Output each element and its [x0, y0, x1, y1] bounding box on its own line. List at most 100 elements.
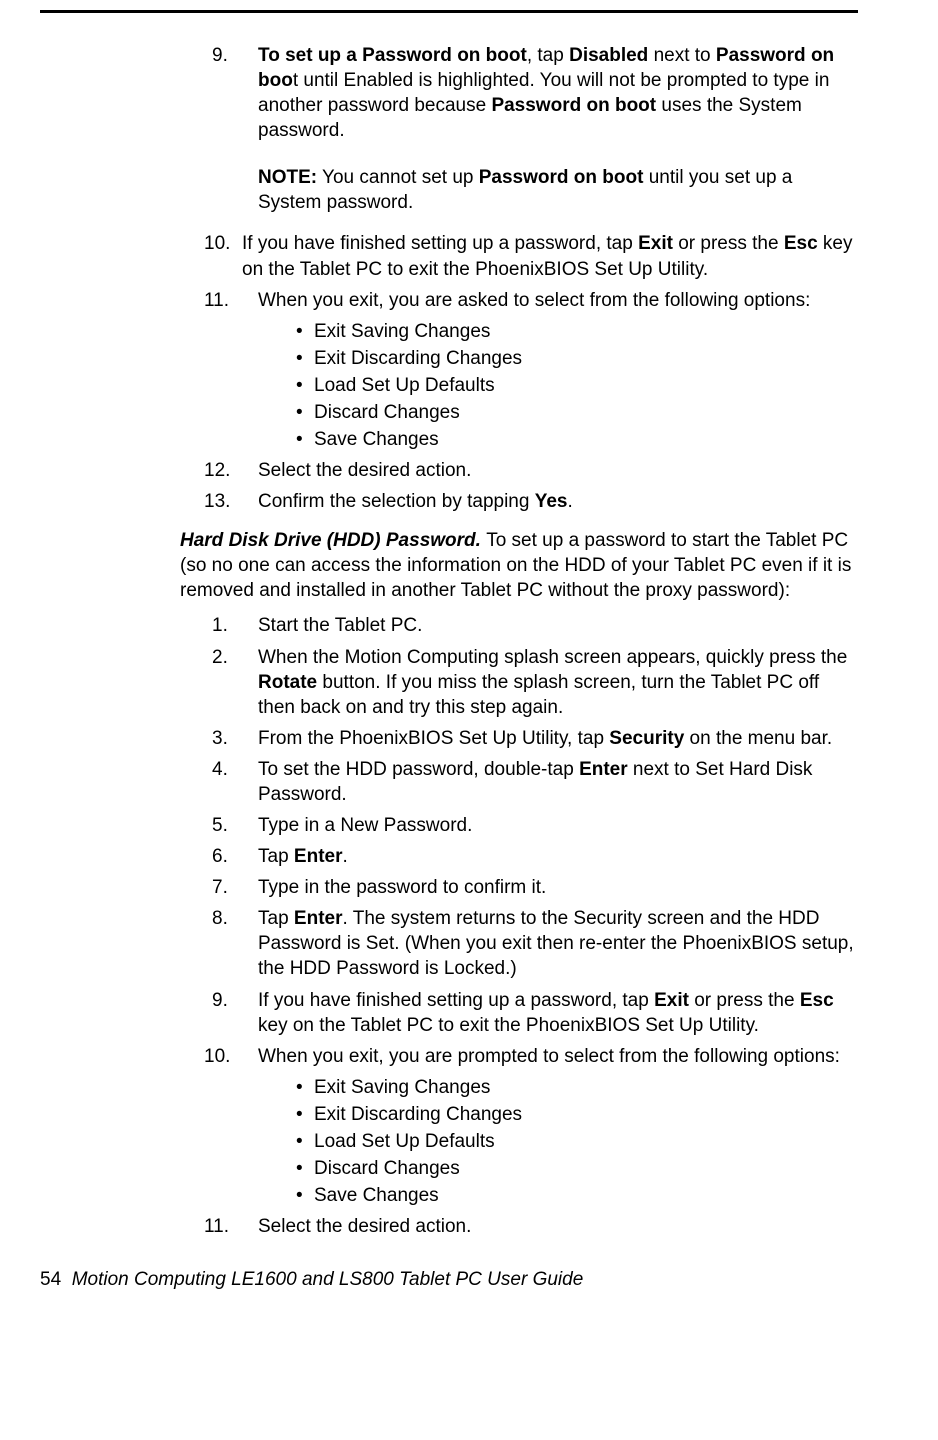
page-footer: 54 Motion Computing LE1600 and LS800 Tab…: [40, 1269, 938, 1291]
options-list-2: Exit Saving Changes Exit Discarding Chan…: [296, 1075, 858, 1208]
text: next to: [648, 45, 716, 66]
text-bold: Esc: [800, 990, 834, 1011]
text: Discard Changes: [314, 1158, 460, 1179]
text: Load Set Up Defaults: [314, 375, 495, 396]
text: From the PhoenixBIOS Set Up Utility, tap: [258, 728, 609, 749]
text-bold: Security: [609, 728, 684, 749]
text: button. If you miss the splash screen, t…: [258, 672, 819, 718]
text-bold: To set up a Password on boot: [258, 45, 527, 66]
step-11: 11. When you exit, you are asked to sele…: [200, 288, 858, 313]
page-body: 9. To set up a Password on boot, tap Dis…: [40, 10, 858, 1239]
footer-title: Motion Computing LE1600 and LS800 Tablet…: [72, 1269, 584, 1290]
hdd-step-8: 8. Tap Enter. The system returns to the …: [200, 906, 858, 981]
step-number: 11.: [204, 1214, 229, 1239]
text-bold: Password on boot: [491, 95, 656, 116]
text: Discard Changes: [314, 402, 460, 423]
text: Exit Discarding Changes: [314, 1104, 522, 1125]
note-block: NOTE: You cannot set up Password on boot…: [258, 165, 858, 215]
text: key on the Tablet PC to exit the Phoenix…: [258, 1015, 759, 1036]
text: You cannot set up: [317, 167, 479, 188]
text-bold: Disabled: [569, 45, 648, 66]
hdd-step-6: 6. Tap Enter.: [200, 844, 858, 869]
text: Save Changes: [314, 429, 439, 450]
step-number: 4.: [212, 757, 228, 782]
text-bold: Enter: [294, 908, 343, 929]
text: Start the Tablet PC.: [258, 615, 422, 636]
hdd-step-7: 7. Type in the password to confirm it.: [200, 875, 858, 900]
step-number: 6.: [212, 844, 228, 869]
text-bold: Password on boot: [479, 167, 644, 188]
text: When you exit, you are prompted to selec…: [258, 1046, 840, 1067]
text: Type in the password to confirm it.: [258, 877, 546, 898]
step-number: 9.: [212, 43, 228, 68]
step-number: 13.: [204, 489, 230, 514]
list-item: Exit Discarding Changes: [296, 1102, 858, 1127]
step-number: 2.: [212, 645, 228, 670]
text: Exit Saving Changes: [314, 1077, 490, 1098]
text: If you have finished setting up a passwo…: [258, 990, 654, 1011]
text: To set the HDD password, double-tap: [258, 759, 579, 780]
step-12: 12. Select the desired action.: [200, 458, 858, 483]
text-bold: Exit: [638, 233, 673, 254]
options-list-1: Exit Saving Changes Exit Discarding Chan…: [296, 319, 858, 452]
list-item: Exit Discarding Changes: [296, 346, 858, 371]
step-number: 3.: [212, 726, 228, 751]
hdd-title: Hard Disk Drive (HDD) Password.: [180, 530, 486, 551]
step-number: 9.: [212, 988, 228, 1013]
step-13: 13. Confirm the selection by tapping Yes…: [200, 489, 858, 514]
text: Load Set Up Defaults: [314, 1131, 495, 1152]
text-bold: Enter: [579, 759, 628, 780]
text: When the Motion Computing splash screen …: [258, 647, 847, 668]
step-9: 9. To set up a Password on boot, tap Dis…: [200, 43, 858, 215]
list-item: Save Changes: [296, 1183, 858, 1208]
text: , tap: [527, 45, 569, 66]
step-number: 12.: [204, 458, 230, 483]
list-item: Load Set Up Defaults: [296, 1129, 858, 1154]
note-label: NOTE:: [258, 167, 317, 188]
text: on the menu bar.: [684, 728, 832, 749]
main-content: 9. To set up a Password on boot, tap Dis…: [200, 43, 858, 1239]
text: Exit Discarding Changes: [314, 348, 522, 369]
hdd-step-3: 3. From the PhoenixBIOS Set Up Utility, …: [200, 726, 858, 751]
text: Type in a New Password.: [258, 815, 472, 836]
text: When you exit, you are asked to select f…: [258, 290, 810, 311]
text-bold: Enter: [294, 846, 343, 867]
step-number: 8.: [212, 906, 228, 931]
step-number: 5.: [212, 813, 228, 838]
hdd-intro-paragraph: Hard Disk Drive (HDD) Password. To set u…: [180, 528, 858, 603]
text-bold: Esc: [784, 233, 818, 254]
list-item: Save Changes: [296, 427, 858, 452]
text-bold: Rotate: [258, 672, 317, 693]
text: Exit Saving Changes: [314, 321, 490, 342]
text: Select the desired action.: [258, 460, 471, 481]
list-item: Discard Changes: [296, 400, 858, 425]
hdd-step-2: 2. When the Motion Computing splash scre…: [200, 645, 858, 720]
text: If you have finished setting up a passwo…: [242, 233, 638, 254]
list-item: Exit Saving Changes: [296, 319, 858, 344]
text: . The system returns to the Security scr…: [258, 908, 854, 979]
page-number: 54: [40, 1269, 61, 1290]
step-number: 10.: [204, 1044, 230, 1069]
text: Save Changes: [314, 1185, 439, 1206]
step-10: 10. If you have finished setting up a pas…: [200, 231, 858, 281]
text: or press the: [689, 990, 800, 1011]
text: Confirm the selection by tapping: [258, 491, 535, 512]
hdd-step-9: 9. If you have finished setting up a pas…: [200, 988, 858, 1038]
text: Select the desired action.: [258, 1216, 471, 1237]
step-number: 1.: [212, 613, 228, 638]
step-number: 7.: [212, 875, 228, 900]
hdd-step-1: 1. Start the Tablet PC.: [200, 613, 858, 638]
text: Tap: [258, 908, 294, 929]
text-bold: Yes: [535, 491, 568, 512]
text: Tap: [258, 846, 294, 867]
hdd-step-5: 5. Type in a New Password.: [200, 813, 858, 838]
hdd-step-10: 10. When you exit, you are prompted to s…: [200, 1044, 858, 1069]
step-number: 10.: [204, 231, 230, 256]
text: or press the: [673, 233, 784, 254]
text-bold: Exit: [654, 990, 689, 1011]
text: .: [343, 846, 348, 867]
hdd-step-11: 11. Select the desired action.: [200, 1214, 858, 1239]
text: .: [567, 491, 572, 512]
list-item: Discard Changes: [296, 1156, 858, 1181]
list-item: Load Set Up Defaults: [296, 373, 858, 398]
